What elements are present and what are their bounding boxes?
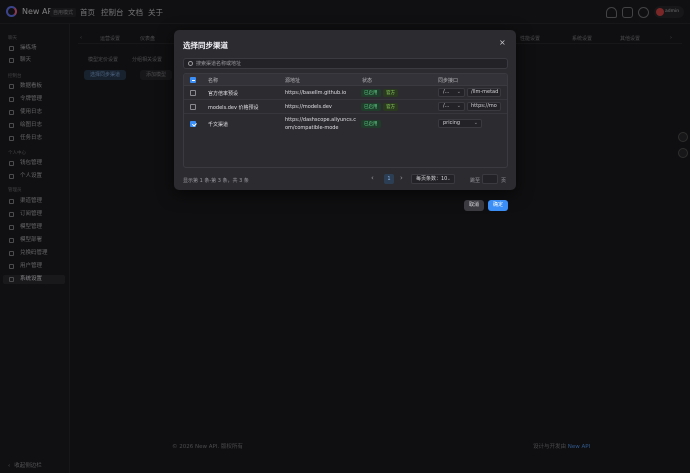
page-size-select[interactable]: 每页条数：10 ⌄ [411,174,455,184]
chevron-down-icon: ⌄ [473,120,478,126]
search-input[interactable] [196,60,496,68]
jump-label: 跳至 [470,178,481,184]
channel-url: https://models.dev [285,104,332,110]
table-header: 名称 源地址 状态 同步接口 [184,74,507,86]
sync-endpoint-input[interactable]: /llm-metad [467,88,501,97]
sync-endpoint-select[interactable]: /... ⌄ [438,102,465,111]
channel-name: 千文渠道 [208,122,229,128]
official-badge: 官方 [383,89,398,97]
chevron-down-icon: ⌄ [446,176,451,182]
row-checkbox[interactable] [190,90,196,96]
col-sync-endpoint: 同步接口 [438,78,459,84]
row-checkbox[interactable] [190,121,196,127]
page-label: 页 [501,178,507,184]
status-badge: 已启用 [361,103,381,111]
page-1-button[interactable]: 1 [384,174,394,184]
search-box [183,58,508,69]
table-row: 千文渠道 https://dashscope.aliyuncs.c om/com… [184,114,507,134]
cancel-button[interactable]: 取消 [464,200,484,211]
sync-channel-modal: 选择同步渠道 × 名称 源地址 状态 同步接口 官方倍率预设 https://b… [174,30,516,211]
col-name: 名称 [208,78,219,84]
status-badge: 已启用 [361,89,381,97]
status-badge: 已启用 [361,120,381,128]
close-icon[interactable]: × [499,38,506,47]
chevron-down-icon: ⌄ [456,103,461,109]
confirm-button[interactable]: 确定 [488,200,508,211]
next-page-icon[interactable]: › [400,174,403,182]
table-row: 官方倍率预设 https://basellm.github.io 已启用 官方 … [184,86,507,100]
row-checkbox[interactable] [190,104,196,110]
channel-table: 名称 源地址 状态 同步接口 官方倍率预设 https://basellm.gi… [183,73,508,168]
sync-endpoint-input[interactable]: https://mo [467,102,501,111]
channel-name: 官方倍率预设 [208,91,239,97]
channel-url: https://basellm.github.io [285,90,347,96]
channel-name: models.dev 价格预设 [208,105,259,111]
prev-page-icon[interactable]: ‹ [371,174,374,182]
chevron-down-icon: ⌄ [456,89,461,95]
modal-title: 选择同步渠道 [183,41,228,50]
search-icon [188,61,193,66]
jump-page-input[interactable] [482,174,498,184]
table-row: models.dev 价格预设 https://models.dev 已启用 官… [184,100,507,114]
channel-url-line2: om/compatible-mode [285,125,339,131]
sync-endpoint-select[interactable]: pricing ⌄ [438,119,482,128]
col-status: 状态 [362,78,373,84]
sync-endpoint-select[interactable]: /... ⌄ [438,88,465,97]
channel-url-line1: https://dashscope.aliyuncs.c [285,117,357,123]
col-url: 源地址 [285,78,301,84]
select-all-checkbox[interactable] [190,77,196,83]
official-badge: 官方 [383,103,398,111]
pagination-info: 显示第 1 条-第 3 条，共 3 条 [183,178,249,184]
